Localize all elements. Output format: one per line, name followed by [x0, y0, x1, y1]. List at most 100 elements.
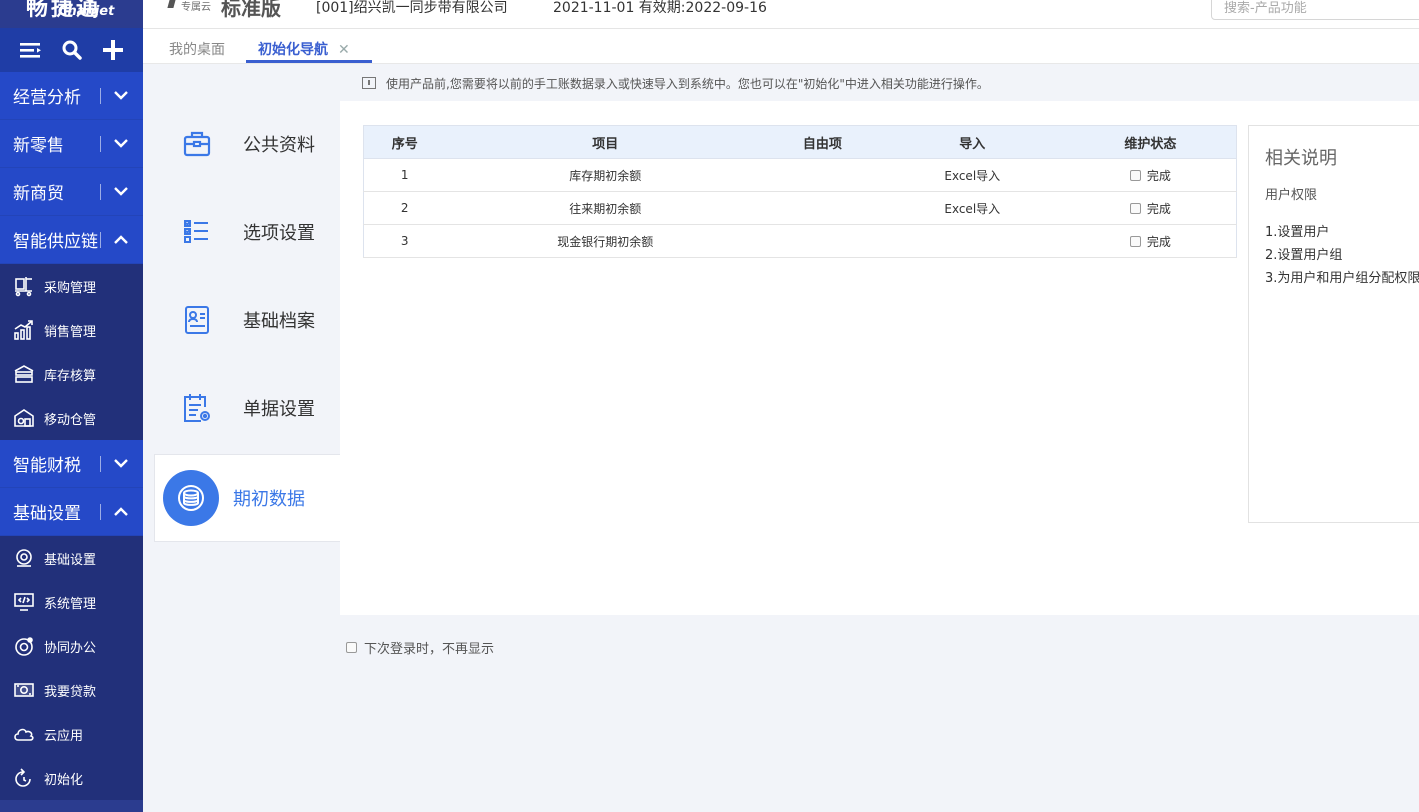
sidebar-item-collaboration[interactable]: 协同办公 [0, 624, 143, 668]
cell-item[interactable]: 库存期初余额 [445, 158, 765, 192]
sidebar-item-label: 移动仓管 [44, 412, 97, 428]
mobile-warehouse-icon [12, 406, 36, 430]
related-link-assign-permission[interactable]: 3.为用户和用户组分配权限 [1265, 267, 1419, 290]
group-label: 新商贸 [13, 184, 64, 204]
chevron-down-icon [109, 91, 133, 100]
sidebar-item-system-management[interactable]: 系统管理 [0, 580, 143, 624]
related-info-panel: 相关说明 用户权限 1.设置用户 2.设置用户组 3.为用户和用户组分配权限 [1248, 125, 1419, 523]
purchase-icon [12, 274, 36, 298]
brand-small: 专属云 [167, 0, 211, 13]
cell-no: 3 [363, 224, 446, 258]
cell-no: 2 [363, 191, 446, 225]
brand-mark-icon [167, 0, 177, 8]
checklist-icon [167, 218, 227, 246]
dont-show-again-checkbox[interactable] [346, 642, 357, 653]
opening-data-table: 序号 项目 自由项 导入 维护状态 1 库存期初余额 Excel导入 完成 2 … [363, 125, 1237, 258]
nav-basic-archives[interactable]: 基础档案 [143, 276, 341, 364]
sidebar-item-loan[interactable]: 我要贷款 [0, 668, 143, 712]
sidebar-group-new-retail[interactable]: 新零售 [0, 120, 143, 168]
sidebar-item-cloud-apps[interactable]: 云应用 [0, 712, 143, 756]
database-icon [163, 470, 219, 526]
dont-show-again-option[interactable]: 下次登录时，不再显示 [346, 638, 494, 657]
nav-opening-data[interactable]: 期初数据 [154, 454, 342, 542]
menu-icon[interactable] [10, 28, 51, 72]
loan-icon [12, 678, 36, 702]
chevron-down-icon [109, 139, 133, 148]
cell-status: 完成 [1064, 224, 1237, 258]
related-subtitle: 用户权限 [1265, 188, 1318, 203]
cell-item[interactable]: 往来期初余额 [445, 191, 765, 225]
profile-card-icon [167, 305, 227, 335]
cell-import[interactable]: Excel导入 [879, 158, 1065, 192]
excel-import-link[interactable]: Excel导入 [944, 202, 1000, 216]
nav-document-settings[interactable]: 单据设置 [143, 364, 341, 452]
add-icon[interactable] [92, 28, 133, 72]
sidebar-group-business-analysis[interactable]: 经营分析 [0, 72, 143, 120]
search-input[interactable]: 搜索-产品功能 [1211, 0, 1419, 20]
col-header-free: 自由项 [765, 125, 880, 159]
chevron-up-icon [109, 507, 133, 516]
group-label: 智能供应链 [13, 232, 98, 252]
sidebar-item-label: 库存核算 [44, 368, 97, 384]
sidebar-item-initialize[interactable]: 初始化 [0, 756, 143, 800]
top-header: 专属云 标准版 [001]绍兴凯一同步带有限公司 2021-11-01 有效期:… [143, 0, 1419, 29]
table-row: 3 现金银行期初余额 完成 [363, 224, 1237, 258]
chevron-up-icon [109, 235, 133, 244]
tab-my-desktop[interactable]: 我的桌面 [169, 39, 225, 63]
tab-init-guide[interactable]: 初始化导航 ✕ [246, 39, 372, 63]
status-checkbox[interactable] [1129, 235, 1141, 247]
nav-label: 期初数据 [233, 489, 305, 510]
system-icon [12, 590, 36, 614]
tab-bar: 我的桌面 初始化导航 ✕ [143, 29, 1419, 64]
search-icon[interactable] [51, 28, 92, 72]
nav-label: 单据设置 [243, 399, 315, 420]
collab-icon [12, 634, 36, 658]
logo-en-text: Chanjet [58, 4, 115, 19]
nav-public-data[interactable]: 公共资料 [143, 100, 341, 188]
brand-logo[interactable]: 畅捷通 Chanjet [0, 0, 143, 28]
cell-free [765, 191, 880, 225]
group-label: 基础设置 [13, 504, 81, 524]
cell-free [765, 158, 880, 192]
close-icon[interactable]: ✕ [338, 42, 350, 58]
sidebar-item-label: 云应用 [44, 728, 84, 744]
related-link-set-group[interactable]: 2.设置用户组 [1265, 244, 1419, 267]
sales-chart-icon [12, 318, 36, 342]
sidebar-item-inventory[interactable]: 库存核算 [0, 352, 143, 396]
status-checkbox[interactable] [1129, 169, 1141, 181]
related-title: 相关说明 [1265, 148, 1337, 169]
cell-import[interactable]: Excel导入 [879, 191, 1065, 225]
status-checkbox[interactable] [1129, 202, 1141, 214]
edition-label: 标准版 [221, 0, 281, 20]
main-panel: 序号 项目 自由项 导入 维护状态 1 库存期初余额 Excel导入 完成 2 … [340, 101, 1419, 615]
excel-import-link[interactable]: Excel导入 [944, 169, 1000, 183]
chevron-down-icon [109, 459, 133, 468]
sidebar-group-basic-settings[interactable]: 基础设置 [0, 488, 143, 536]
related-link-set-user[interactable]: 1.设置用户 [1265, 221, 1419, 244]
notice-text: 使用产品前,您需要将以前的手工账数据录入或快速导入到系统中。您也可以在"初始化"… [386, 76, 989, 91]
inventory-icon [12, 362, 36, 386]
group-label: 智能财税 [13, 456, 81, 476]
settings-icon [12, 546, 36, 570]
sidebar-item-basic-settings[interactable]: 基础设置 [0, 536, 143, 580]
nav-label: 公共资料 [243, 135, 315, 156]
sidebar-toolbar [0, 28, 143, 72]
col-header-item: 项目 [445, 125, 765, 159]
sidebar-item-mobile-warehouse[interactable]: 移动仓管 [0, 396, 143, 440]
cell-item[interactable]: 现金银行期初余额 [445, 224, 765, 258]
cell-status: 完成 [1064, 158, 1237, 192]
sidebar-group-new-trade[interactable]: 新商贸 [0, 168, 143, 216]
sidebar-group-finance-tax[interactable]: 智能财税 [0, 440, 143, 488]
nav-options[interactable]: 选项设置 [143, 188, 341, 276]
sidebar-item-label: 协同办公 [44, 640, 97, 656]
sidebar-group-supply-chain[interactable]: 智能供应链 [0, 216, 143, 264]
table-row: 1 库存期初余额 Excel导入 完成 [363, 158, 1237, 192]
init-steps-nav: 公共资料 选项设置 基础档案 单据设置 期初数据 [143, 65, 342, 812]
sidebar-item-label: 我要贷款 [44, 684, 97, 700]
notice-bar: 使用产品前,您需要将以前的手工账数据录入或快速导入到系统中。您也可以在"初始化"… [340, 65, 1419, 101]
company-name: [001]绍兴凯一同步带有限公司 [316, 0, 508, 16]
sidebar-item-purchase[interactable]: 采购管理 [0, 264, 143, 308]
sidebar-item-sales[interactable]: 销售管理 [0, 308, 143, 352]
table-header-row: 序号 项目 自由项 导入 维护状态 [363, 125, 1237, 159]
briefcase-icon [167, 130, 227, 158]
